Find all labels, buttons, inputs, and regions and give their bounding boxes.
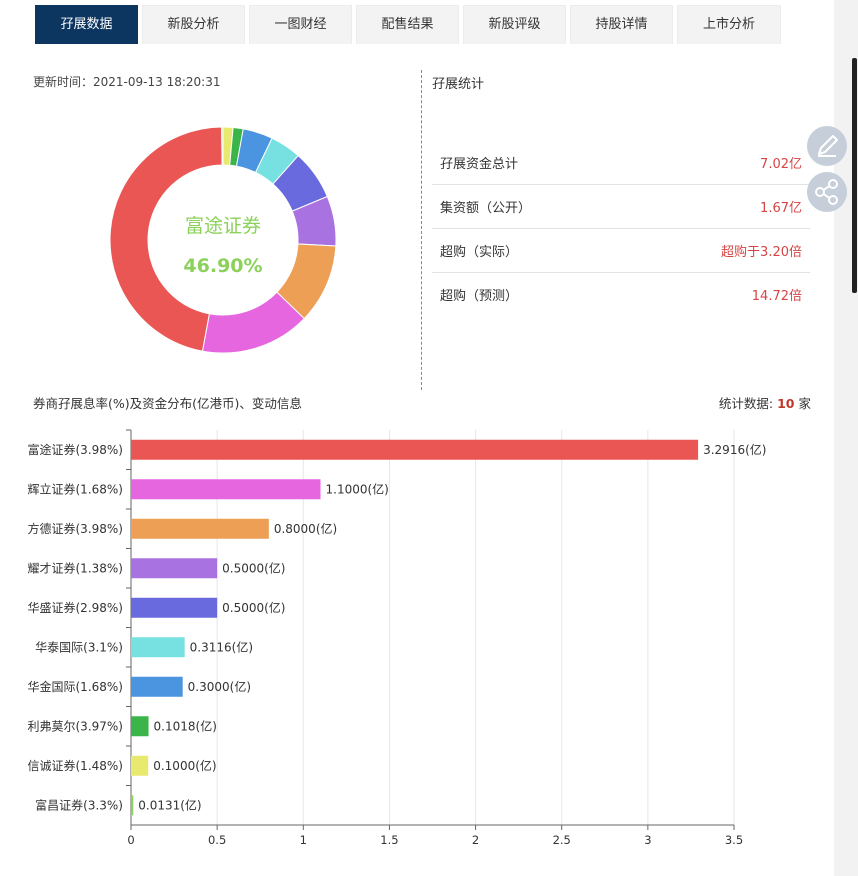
value-label: 0.1018(亿) <box>154 718 217 733</box>
stats-title: 孖展统计 <box>432 77 485 92</box>
category-label: 方德证券(3.98%) <box>28 521 124 536</box>
donut-segment[interactable] <box>109 126 223 352</box>
donut-center-pct: 46.90% <box>183 255 262 277</box>
bar[interactable] <box>131 637 185 658</box>
stat-value: 14.72倍 <box>751 289 802 304</box>
update-time: 更新时间：2021-09-13 18:20:31 <box>33 73 220 90</box>
donut-segment[interactable] <box>221 126 224 166</box>
x-tick-label: 0.5 <box>208 833 226 847</box>
category-label: 信诚证券(1.48%) <box>28 758 124 773</box>
value-label: 0.0131(亿) <box>138 797 201 812</box>
vertical-divider <box>421 70 422 390</box>
x-tick-label: 2.5 <box>553 833 571 847</box>
broker-count-label: 统计数据: <box>718 396 774 411</box>
edit-button[interactable] <box>807 126 847 166</box>
bar[interactable] <box>131 676 183 697</box>
bar[interactable] <box>131 558 218 579</box>
bar[interactable] <box>131 597 218 618</box>
bar[interactable] <box>131 795 134 816</box>
broker-share-donut: 富途证券 46.90% <box>109 126 337 354</box>
value-label: 0.8000(亿) <box>274 521 337 536</box>
category-label: 华盛证券(2.98%) <box>28 600 124 615</box>
donut-segments <box>109 126 337 354</box>
x-tick-label: 2 <box>472 833 479 847</box>
value-label: 0.3000(亿) <box>188 679 251 694</box>
value-label: 0.1000(亿) <box>153 758 216 773</box>
stat-value: 7.02亿 <box>760 157 802 172</box>
broker-count: 统计数据: 10 家 <box>719 393 811 412</box>
bar[interactable] <box>131 439 699 460</box>
tab-ipo-analysis[interactable]: 新股分析 <box>142 5 245 44</box>
category-label: 富途证券(3.98%) <box>28 442 124 457</box>
tab-margin-data[interactable]: 孖展数据 <box>35 5 138 44</box>
x-tick-label: 0 <box>127 833 134 847</box>
value-label: 0.5000(亿) <box>222 600 285 615</box>
broker-count-value: 10 <box>777 396 795 411</box>
bar[interactable] <box>131 479 321 500</box>
tab-holding-details[interactable]: 持股详情 <box>570 5 673 44</box>
stat-row-public-raise: 集资额（公开） 1.67亿 <box>432 184 810 229</box>
donut-center-name: 富途证券 <box>185 215 261 237</box>
share-icon <box>815 179 838 205</box>
x-tick-label: 1.5 <box>380 833 398 847</box>
tab-listing-analysis[interactable]: 上市分析 <box>677 5 781 44</box>
x-tick-label: 3 <box>644 833 651 847</box>
category-label: 华泰国际(3.1%) <box>35 640 123 654</box>
category-label: 富昌证券(3.3%) <box>35 797 123 812</box>
update-time-label: 更新时间： <box>33 75 94 89</box>
value-label: 3.2916(亿) <box>703 442 766 457</box>
chart-category-labels: 富途证券(3.98%) 辉立证券(1.68%) 方德证券(3.98%) 耀才证券(1.… <box>28 442 124 813</box>
broker-count-unit: 家 <box>798 396 811 411</box>
broker-margin-bar-chart: 富途证券(3.98%) 辉立证券(1.68%) 方德证券(3.98%) 耀才证券(1.… <box>28 429 766 847</box>
value-label: 1.1000(亿) <box>326 481 389 496</box>
category-label: 华金国际(1.68%) <box>28 679 124 694</box>
stat-label: 集资额（公开） <box>440 201 532 216</box>
x-tick-label: 3.5 <box>725 833 743 847</box>
bar[interactable] <box>131 518 269 539</box>
category-label: 耀才证券(1.38%) <box>28 560 124 575</box>
category-label: 利弗莫尔(3.97%) <box>28 718 124 733</box>
stat-label: 超购（预测） <box>440 289 519 304</box>
share-button[interactable] <box>807 172 847 212</box>
stat-value: 超购于3.20倍 <box>721 245 802 260</box>
stat-label: 孖展资金总计 <box>440 157 519 172</box>
tab-ipo-rating[interactable]: 新股评级 <box>463 5 566 44</box>
edit-icon <box>818 135 838 157</box>
bar[interactable] <box>131 755 149 776</box>
margin-data-panel: 孖展数据 新股分析 一图财经 配售结果 新股评级 持股详情 上市分析 更新时间：… <box>0 0 834 876</box>
stat-row-oversub-forecast: 超购（预测） 14.72倍 <box>432 272 810 316</box>
stat-row-total-margin: 孖展资金总计 7.02亿 <box>432 140 810 185</box>
tab-finance-infographic[interactable]: 一图财经 <box>249 5 352 44</box>
broker-section-title: 券商孖展息率(%)及资金分布(亿港币)、变动信息 <box>33 396 302 411</box>
stat-value: 1.67亿 <box>760 201 802 216</box>
tab-allotment-results[interactable]: 配售结果 <box>356 5 459 44</box>
value-label: 0.3116(亿) <box>190 639 253 654</box>
update-time-value: 2021-09-13 18:20:31 <box>93 75 221 89</box>
value-label: 0.5000(亿) <box>222 560 285 575</box>
category-label: 辉立证券(1.68%) <box>28 481 124 496</box>
bar[interactable] <box>131 716 149 737</box>
chart-x-ticks: 0 0.5 1 1.5 2 2.5 3 3.5 <box>127 825 743 847</box>
x-tick-label: 1 <box>300 833 307 847</box>
stat-label: 超购（实际） <box>440 245 519 260</box>
scrollbar-thumb[interactable] <box>852 58 857 293</box>
stat-row-oversub-actual: 超购（实际） 超购于3.20倍 <box>432 228 810 273</box>
